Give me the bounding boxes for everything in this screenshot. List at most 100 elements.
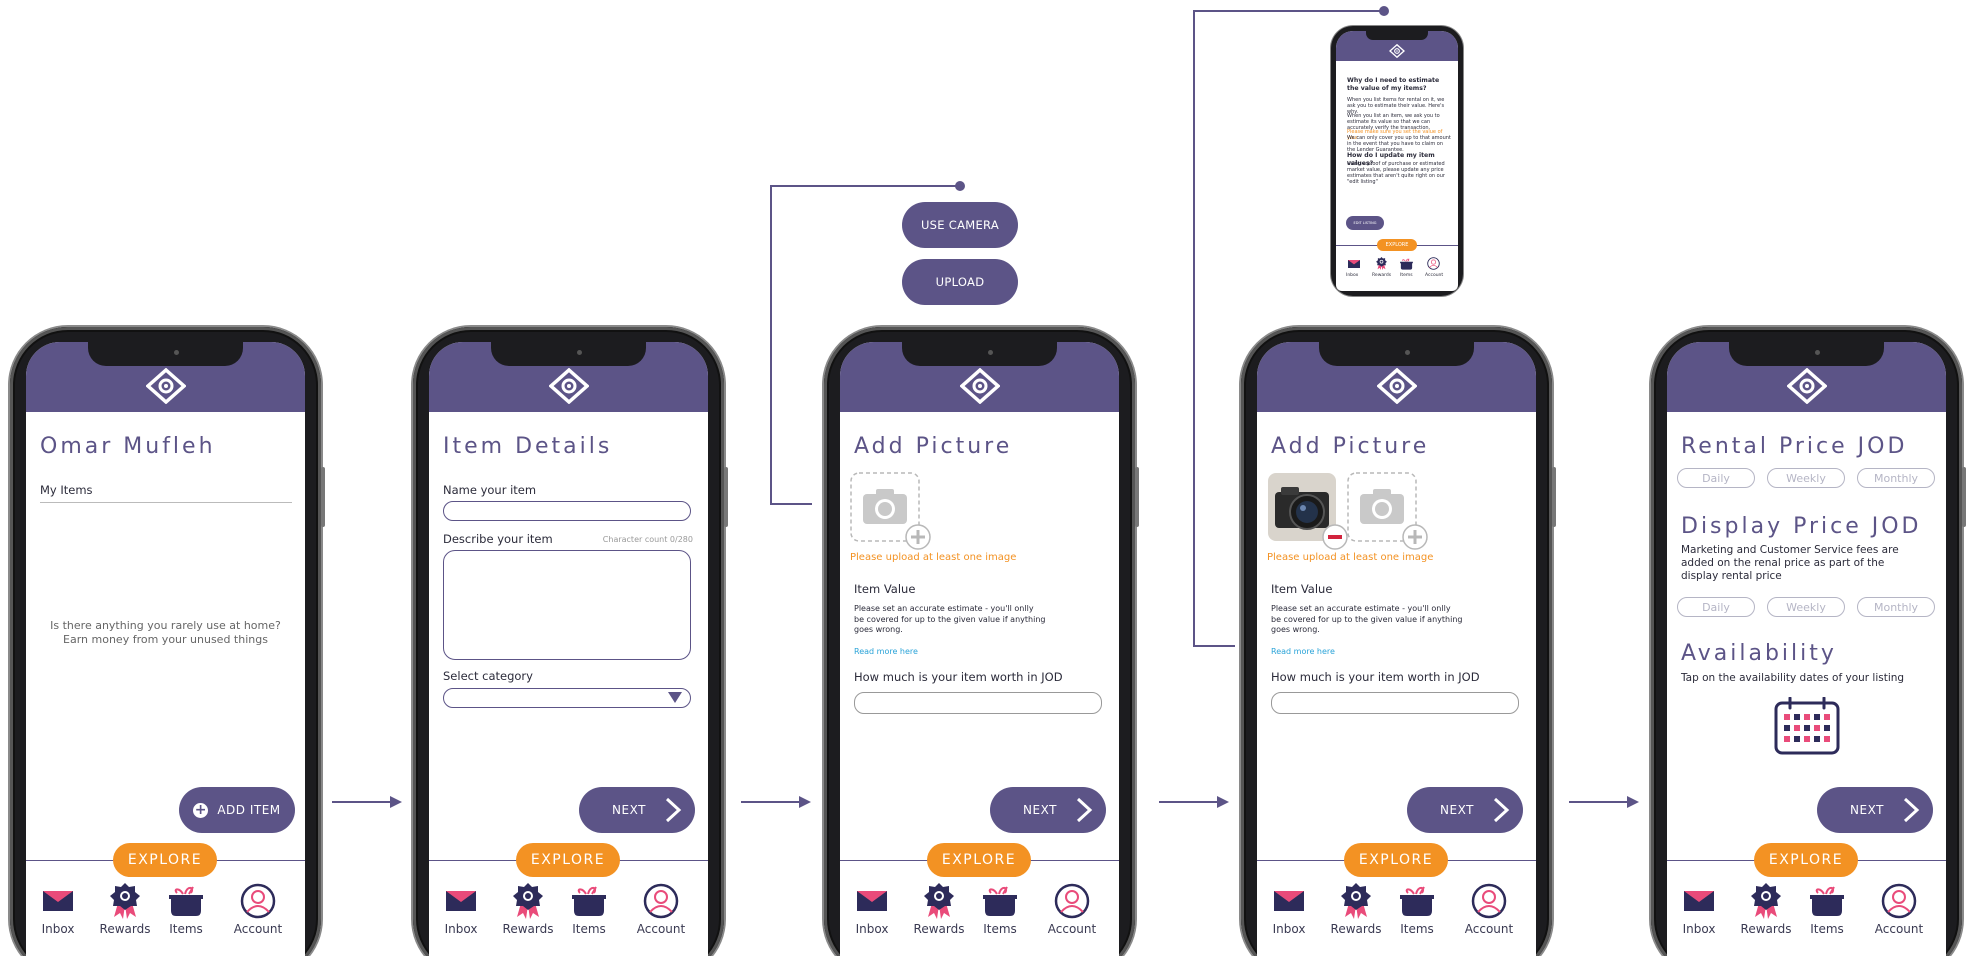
nav-item-account[interactable]: Account — [629, 882, 693, 936]
rewards-icon — [110, 883, 140, 919]
flow-arrow-1 — [332, 795, 402, 809]
rewards-icon[interactable] — [1376, 257, 1387, 270]
explore-button[interactable]: EXPLORE — [1754, 843, 1858, 877]
screen-my-items: Omar Mufleh My Items Is there anything y… — [26, 342, 305, 956]
page-title: Add Picture — [1271, 434, 1430, 459]
explore-button[interactable]: EXPLORE — [113, 843, 217, 877]
rental-weekly-option[interactable]: Weekly — [1767, 468, 1845, 488]
next-button[interactable]: NEXT — [1817, 787, 1933, 833]
nav-item-inbox[interactable]: Inbox — [26, 882, 90, 936]
faq-question-1: Why do I need to estimate the value of m… — [1347, 77, 1440, 92]
phone-notch — [902, 342, 1057, 366]
faq-paragraph: Using a proof of purchase or estimated m… — [1347, 161, 1445, 185]
account-icon[interactable] — [1427, 257, 1440, 270]
item-worth-input[interactable] — [1271, 692, 1519, 714]
nav-item-inbox[interactable]: Inbox — [1667, 882, 1731, 936]
account-icon — [1471, 883, 1507, 919]
nav-item-rewards[interactable]: Rewards — [1734, 882, 1798, 936]
display-price-title: Display Price JOD — [1681, 514, 1922, 539]
nav-item-account[interactable]: Account — [1457, 882, 1521, 936]
phone-my-items: Omar Mufleh My Items Is there anything y… — [10, 327, 325, 956]
item-description-textarea[interactable] — [443, 550, 691, 660]
triangle-down-icon — [668, 692, 682, 703]
add-photo-icon[interactable] — [1347, 472, 1431, 552]
explore-button[interactable]: EXPLORE — [516, 843, 620, 877]
rewards-icon — [513, 883, 543, 919]
nav-item-items[interactable]: Items — [968, 882, 1032, 936]
nav-item-inbox[interactable]: Inbox — [840, 882, 904, 936]
worth-label: How much is your item worth in JOD — [1271, 670, 1480, 684]
nav-item-account[interactable]: Account — [1040, 882, 1104, 936]
section-label: My Items — [40, 483, 93, 497]
phone-pricing: Rental Price JOD Daily Weekly Monthly Di… — [1651, 327, 1966, 956]
inbox-icon[interactable] — [1348, 260, 1360, 268]
inbox-icon — [446, 891, 476, 911]
add-item-button[interactable]: + ADD ITEM — [179, 787, 295, 833]
add-photo-icon[interactable] — [850, 472, 934, 552]
rental-daily-option[interactable]: Daily — [1677, 468, 1755, 488]
items-icon — [1400, 885, 1434, 917]
faq-explore-button[interactable]: EXPLORE — [1377, 239, 1417, 251]
items-icon[interactable] — [1400, 258, 1413, 270]
character-count: Character count 0/280 — [602, 535, 693, 544]
bottom-nav: Inbox Rewards Items Account — [840, 882, 1119, 942]
explore-button[interactable]: EXPLORE — [927, 843, 1031, 877]
side-button — [321, 467, 325, 527]
account-icon — [1881, 883, 1917, 919]
phone-notch — [1319, 342, 1474, 366]
edit-listing-button[interactable]: EDIT LISTING — [1346, 216, 1384, 230]
calendar-icon[interactable] — [1774, 697, 1840, 755]
display-weekly-option[interactable]: Weekly — [1767, 597, 1845, 617]
nav-item-rewards[interactable]: Rewards — [1324, 882, 1388, 936]
next-button[interactable]: NEXT — [990, 787, 1106, 833]
side-button — [1135, 467, 1139, 527]
next-button[interactable]: NEXT — [1407, 787, 1523, 833]
nav-item-rewards[interactable]: Rewards — [907, 882, 971, 936]
logo-icon — [146, 368, 186, 404]
rental-monthly-option[interactable]: Monthly — [1857, 468, 1935, 488]
faq-notch — [1366, 31, 1428, 40]
nav-item-items[interactable]: Items — [154, 882, 218, 936]
flow-arrow-3 — [1159, 795, 1229, 809]
item-value-description: Please set an accurate estimate - you'll… — [1271, 604, 1463, 634]
logo-icon — [1787, 368, 1827, 404]
inbox-icon — [43, 891, 73, 911]
nav-item-rewards[interactable]: Rewards — [496, 882, 560, 936]
connector-line — [770, 185, 772, 505]
availability-title: Availability — [1681, 641, 1837, 666]
nav-item-inbox[interactable]: Inbox — [429, 882, 493, 936]
nav-item-account[interactable]: Account — [226, 882, 290, 936]
name-label: Name your item — [443, 483, 537, 497]
bottom-nav: Inbox Rewards Items Account — [26, 882, 305, 942]
item-worth-input[interactable] — [854, 692, 1102, 714]
chevron-right-icon — [663, 797, 683, 823]
connector-dot — [955, 181, 965, 191]
display-daily-option[interactable]: Daily — [1677, 597, 1755, 617]
upload-button[interactable]: UPLOAD — [902, 259, 1018, 305]
explore-button[interactable]: EXPLORE — [1344, 843, 1448, 877]
plus-icon: + — [193, 801, 209, 818]
use-camera-button[interactable]: USE CAMERA — [902, 202, 1018, 248]
nav-item-items[interactable]: Items — [1385, 882, 1449, 936]
nav-item-items[interactable]: Items — [557, 882, 621, 936]
next-button[interactable]: NEXT — [579, 787, 695, 833]
read-more-link[interactable]: Read more here — [1271, 647, 1335, 656]
item-name-input[interactable] — [443, 501, 691, 521]
display-monthly-option[interactable]: Monthly — [1857, 597, 1935, 617]
items-icon — [169, 885, 203, 917]
nav-item-inbox[interactable]: Inbox — [1257, 882, 1321, 936]
nav-item-account[interactable]: Account — [1867, 882, 1931, 936]
screen-pricing: Rental Price JOD Daily Weekly Monthly Di… — [1667, 342, 1946, 956]
uploaded-photo-thumbnail[interactable] — [1267, 472, 1351, 552]
items-icon — [1810, 885, 1844, 917]
faq-bottom-nav: Inbox Rewards Items Account — [1342, 256, 1452, 286]
phone-add-picture: Add Picture Please upload at least one i… — [824, 327, 1139, 956]
chevron-right-icon — [1901, 797, 1921, 823]
availability-description: Tap on the availability dates of your li… — [1681, 672, 1905, 684]
read-more-link[interactable]: Read more here — [854, 647, 918, 656]
nav-item-rewards[interactable]: Rewards — [93, 882, 157, 936]
nav-item-items[interactable]: Items — [1795, 882, 1859, 936]
item-value-description: Please set an accurate estimate - you'll… — [854, 604, 1046, 634]
category-select[interactable] — [443, 688, 691, 708]
phone-add-picture-filled: Add Picture Please upload at least one i… — [1241, 327, 1556, 956]
